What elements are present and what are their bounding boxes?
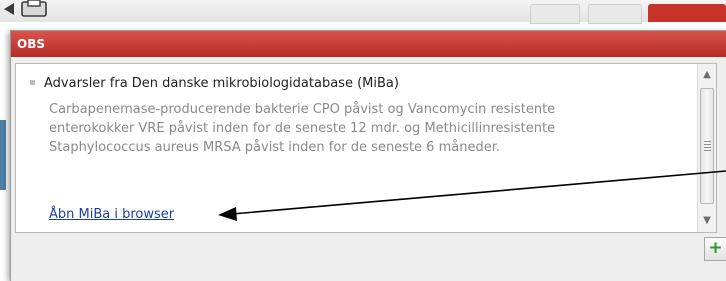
grip-line <box>704 144 711 145</box>
scroll-thumb[interactable] <box>700 88 714 204</box>
alert-content-box: Advarsler fra Den danske mikrobiologidat… <box>15 63 717 233</box>
background-tab-active <box>648 4 726 22</box>
alert-heading: Advarsler fra Den danske mikrobiologidat… <box>44 76 399 91</box>
arrow-up-icon[interactable]: ▲ <box>698 66 716 84</box>
background-tab <box>530 4 580 24</box>
alert-heading-row: Advarsler fra Den danske mikrobiologidat… <box>30 76 399 91</box>
bullet-icon <box>30 80 35 85</box>
obs-dialog: OBS Advarsler fra Den danske mikrobiolog… <box>10 30 726 281</box>
alert-body: Carbapenemase-producerende bakterie CPO … <box>49 102 556 155</box>
arrow-down-icon[interactable]: ▼ <box>698 212 716 230</box>
background-tab <box>588 4 642 24</box>
grip-line <box>704 150 711 151</box>
dialog-title: OBS <box>11 31 726 57</box>
grip-line <box>704 141 711 142</box>
printer-icon <box>4 0 47 17</box>
vertical-scrollbar[interactable]: ▲ ▼ <box>697 64 716 232</box>
background-toolbar <box>0 0 726 24</box>
open-miba-link[interactable]: Åbn MiBa i browser <box>49 207 174 222</box>
background-sidebar-mark <box>0 120 6 190</box>
grip-line <box>704 147 711 148</box>
alert-text-area: Advarsler fra Den danske mikrobiologidat… <box>16 64 706 232</box>
plus-icon[interactable]: + <box>704 237 726 261</box>
